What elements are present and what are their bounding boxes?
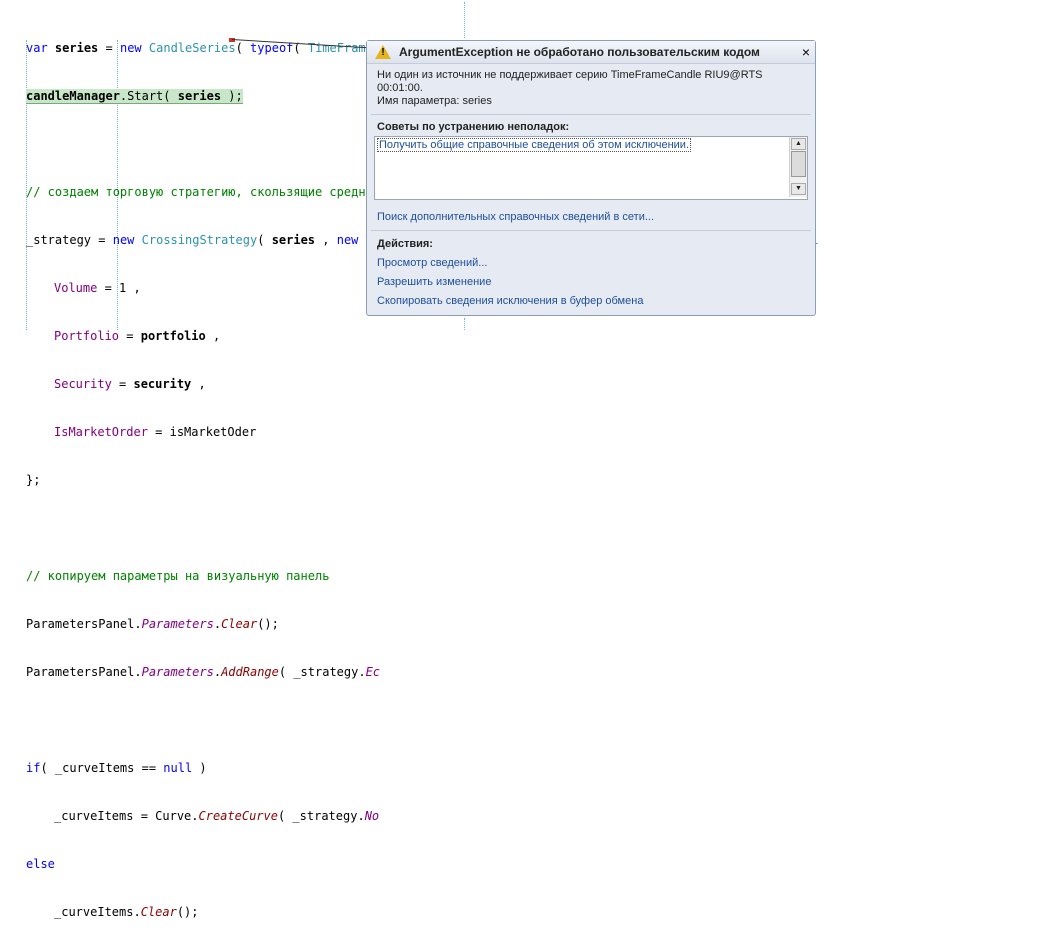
actions-header: Действия: [377,238,433,250]
keyword: new [119,41,142,55]
close-button[interactable]: × [802,44,810,60]
identifier: _curveItems. [54,905,141,919]
view-details-link[interactable]: Просмотр сведений... [367,254,815,273]
identifier: ParametersPanel. [26,617,142,631]
keyword: new [112,233,135,247]
punct: , [205,329,221,343]
code-line-18: else [26,856,619,872]
online-help-link[interactable]: Поиск дополнительных справочных сведений… [367,211,815,223]
code-line-9: IsMarketOrder = isMarketOder [26,424,619,440]
punct: . [213,617,222,631]
code-line-19: _curveItems.Clear(); [26,904,619,920]
property: Parameters [141,617,214,631]
scroll-thumb[interactable] [791,151,806,177]
tips-scrollbar[interactable]: ▲ ▼ [789,137,807,197]
identifier: series [271,233,316,247]
method: Clear [140,905,177,919]
code-line-10: }; [26,472,619,488]
exception-message: Ни один из источник не поддерживает сери… [367,64,815,114]
method: AddRange [221,665,279,679]
property: Volume [54,281,98,295]
tips-list[interactable]: Получить общие справочные сведения об эт… [374,136,808,200]
args: ( _strategy. [278,665,366,679]
scroll-down-icon[interactable]: ▼ [791,183,806,195]
identifier: _strategy [26,233,92,247]
value: = isMarketOder [147,425,257,439]
warning-icon: ! [375,45,391,59]
exception-assistant-popup: ! ArgumentException не обработано пользо… [366,40,816,316]
identifier: series [54,41,99,55]
punct: . [213,665,222,679]
identifier: candleManager [26,89,120,103]
punct: ); [221,89,243,103]
keyword: if [26,761,41,775]
method: CreateCurve [198,809,278,823]
identifier: _curveItems = Curve. [54,809,199,823]
punct: (); [176,905,199,919]
keyword: null [163,761,193,775]
identifier: series [177,89,222,103]
method: Clear [221,617,258,631]
identifier: ParametersPanel. [26,665,142,679]
code-line-8: Security = security , [26,376,619,392]
type-name: CrossingStrategy [141,233,258,247]
property: Parameters [141,665,214,679]
comment: // создаем торговую стратегию, скользящи… [26,185,381,199]
operator: = [91,233,113,247]
operator: = [119,329,141,343]
current-statement-highlight: candleManager.Start( series ); [26,89,243,104]
code-line-17: _curveItems = Curve.CreateCurve( _strate… [26,808,619,824]
comment: // копируем параметры на визуальную пане… [26,569,330,583]
message-line: 00:01:00. [377,82,423,94]
scroll-up-icon[interactable]: ▲ [791,138,806,150]
keyword: var [26,41,48,55]
property: IsMarketOrder [54,425,148,439]
punct: , [191,377,206,391]
tip-link[interactable]: Получить общие справочные сведения об эт… [377,138,691,152]
punct: }; [26,473,41,487]
punct: ( [235,41,251,55]
keyword: else [26,857,55,871]
condition: ( _curveItems == [40,761,164,775]
message-line: Ни один из источник не поддерживает сери… [377,69,763,81]
identifier: security [133,377,192,391]
method-call: .Start( [119,89,178,103]
keyword: new [336,233,359,247]
value: = 1 , [97,281,141,295]
code-line-13: ParametersPanel.Parameters.Clear(); [26,616,619,632]
code-line-7: Portfolio = portfolio , [26,328,619,344]
type-name: CandleSeries [148,41,236,55]
punct: ( [257,233,272,247]
popup-header: ! ArgumentException не обработано пользо… [367,41,815,64]
punct: , [315,233,337,247]
code-line-16: if( _curveItems == null ) [26,760,619,776]
property: No [364,809,380,823]
operator: = [98,41,120,55]
operator: = [111,377,134,391]
parameter-name: Имя параметра: series [377,95,492,107]
punct: ) [192,761,207,775]
identifier: portfolio [140,329,206,343]
property: Security [54,377,112,391]
property: Portfolio [54,329,120,343]
tips-header: Советы по устранению неполадок: [377,121,570,133]
code-line-12: // копируем параметры на визуальную пане… [26,568,619,584]
copy-exception-link[interactable]: Скопировать сведения исключения в буфер … [367,292,815,311]
code-line-14: ParametersPanel.Parameters.AddRange( _st… [26,664,619,680]
property: Ec [365,665,381,679]
args: ( _strategy. [277,809,365,823]
punct: (); [257,617,279,631]
popup-title: ArgumentException не обработано пользова… [399,45,760,59]
enable-editing-link[interactable]: Разрешить изменение [367,273,815,292]
